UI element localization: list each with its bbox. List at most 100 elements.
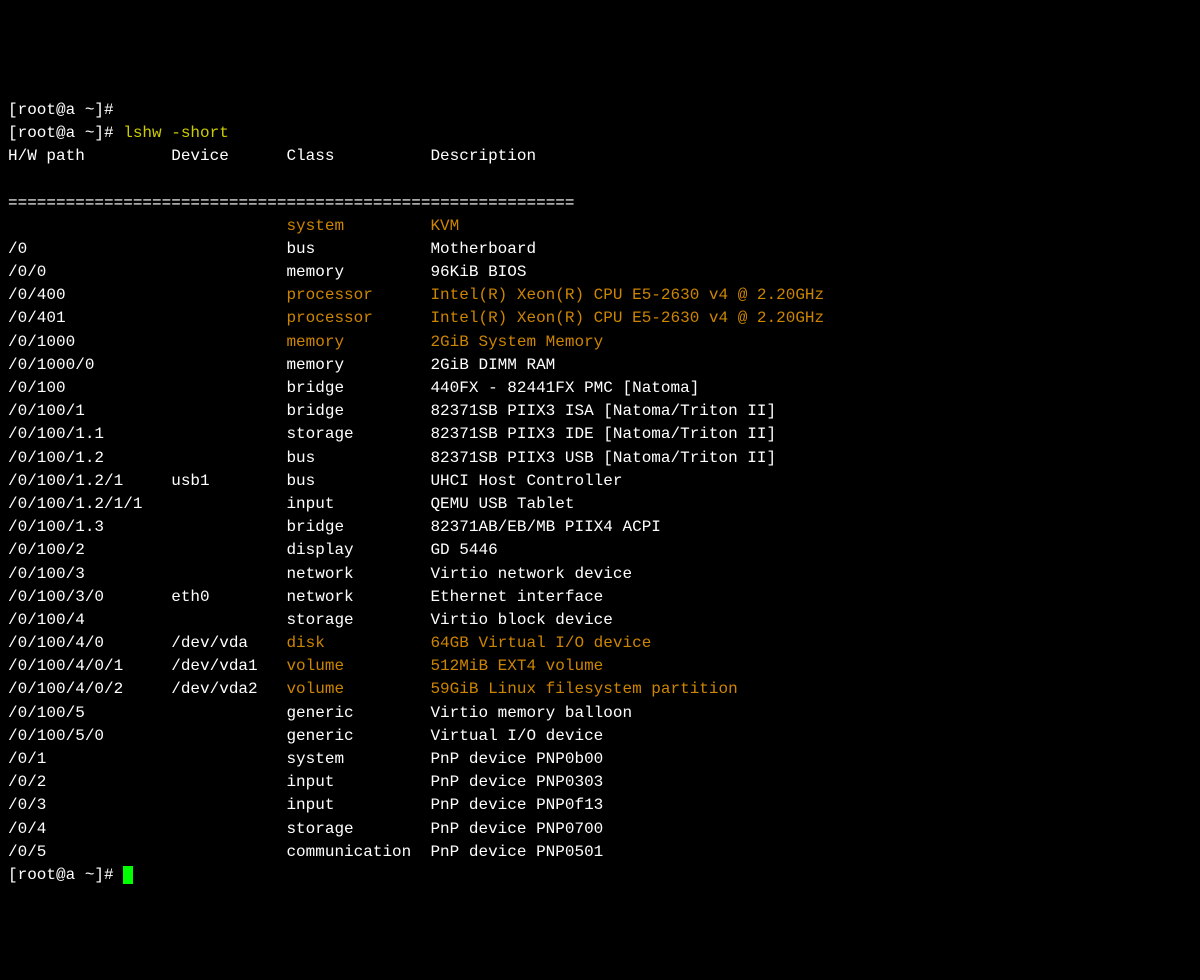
table-row: /0/1systemPnP device PNP0b00 bbox=[8, 748, 1192, 771]
cell-path: /0/100/1.3 bbox=[8, 516, 171, 539]
cell-description: KVM bbox=[430, 215, 459, 238]
cell-path: /0/100/2 bbox=[8, 539, 171, 562]
cell-class: volume bbox=[286, 678, 430, 701]
cell-path: /0/100/1.2/1 bbox=[8, 470, 171, 493]
table-row: /0/100/4/0/2/dev/vda2volume59GiB Linux f… bbox=[8, 678, 1192, 701]
cell-path: /0/100 bbox=[8, 377, 171, 400]
cell-description: 2GiB DIMM RAM bbox=[430, 354, 555, 377]
table-row: /0/1000memory2GiB System Memory bbox=[8, 331, 1192, 354]
cell-path: /0/400 bbox=[8, 284, 171, 307]
cell-description: PnP device PNP0303 bbox=[430, 771, 603, 794]
cell-class: communication bbox=[286, 841, 430, 864]
cell-description: Virtual I/O device bbox=[430, 725, 603, 748]
cell-class: system bbox=[286, 748, 430, 771]
cell-device: eth0 bbox=[171, 586, 286, 609]
prompt-prefix: [root@a ~]# bbox=[8, 124, 123, 142]
table-row: /0/400 processorIntel(R) Xeon(R) CPU E5-2… bbox=[8, 284, 1192, 307]
table-row: /0/100/4/0/1/dev/vda1volume512MiB EXT4 v… bbox=[8, 655, 1192, 678]
cell-description: 82371SB PIIX3 IDE [Natoma/Triton II] bbox=[430, 423, 776, 446]
cell-description: 59GiB Linux filesystem partition bbox=[430, 678, 737, 701]
cell-path: /0/2 bbox=[8, 771, 171, 794]
header-path: H/W path bbox=[8, 145, 171, 168]
table-row: /0/100 bridge440FX - 82441FX PMC [Natoma] bbox=[8, 377, 1192, 400]
cell-path: /0/3 bbox=[8, 794, 171, 817]
prompt-line-2[interactable]: [root@a ~]# lshw -short bbox=[8, 124, 229, 142]
table-row: /0/100/1.2/1usb1busUHCI Host Controller bbox=[8, 470, 1192, 493]
separator-line: ========================================… bbox=[8, 194, 575, 212]
cell-class: processor bbox=[286, 307, 430, 330]
cell-device: usb1 bbox=[171, 470, 286, 493]
cell-description: 64GB Virtual I/O device bbox=[430, 632, 651, 655]
cell-device: /dev/vda bbox=[171, 632, 286, 655]
cell-class: disk bbox=[286, 632, 430, 655]
table-row: /0/100/3networkVirtio network device bbox=[8, 563, 1192, 586]
header-device: Device bbox=[171, 145, 286, 168]
table-row: /0/2 inputPnP device PNP0303 bbox=[8, 771, 1192, 794]
cell-path: /0/100/1.1 bbox=[8, 423, 171, 446]
cell-description: 440FX - 82441FX PMC [Natoma] bbox=[430, 377, 699, 400]
cell-path: /0/5 bbox=[8, 841, 171, 864]
cell-class: bridge bbox=[286, 516, 430, 539]
cell-description: Virtio block device bbox=[430, 609, 612, 632]
table-row: /0/100/1.2 bus82371SB PIIX3 USB [Natoma/T… bbox=[8, 447, 1192, 470]
table-row: /0/100/3/0eth0networkEthernet interface bbox=[8, 586, 1192, 609]
cell-description: UHCI Host Controller bbox=[430, 470, 622, 493]
table-row: /0/401processorIntel(R) Xeon(R) CPU E5-2… bbox=[8, 307, 1192, 330]
table-row: systemKVM bbox=[8, 215, 1192, 238]
table-row: /0/100/1 bridge82371SB PIIX3 ISA [Natoma/… bbox=[8, 400, 1192, 423]
cell-class: storage bbox=[286, 818, 430, 841]
cell-path: /0/100/4/0 bbox=[8, 632, 171, 655]
cell-path: /0/100/1.2 bbox=[8, 447, 171, 470]
cell-path: /0/0 bbox=[8, 261, 171, 284]
cell-path: /0/100/5 bbox=[8, 702, 171, 725]
header-description: Description bbox=[430, 145, 536, 168]
prompt-line-1: [root@a ~]# bbox=[8, 101, 114, 119]
cell-description: 82371SB PIIX3 ISA [Natoma/Triton II] bbox=[430, 400, 776, 423]
cell-description: Virtio network device bbox=[430, 563, 632, 586]
cell-class: bridge bbox=[286, 400, 430, 423]
cell-path: /0/4 bbox=[8, 818, 171, 841]
prompt-line-final[interactable]: [root@a ~]# bbox=[8, 866, 133, 884]
cell-class: processor bbox=[286, 284, 430, 307]
cell-description: GD 5446 bbox=[430, 539, 497, 562]
cell-path: /0/100/1.2/1/1 bbox=[8, 493, 171, 516]
cell-path: /0/100/3/0 bbox=[8, 586, 171, 609]
cell-description: Intel(R) Xeon(R) CPU E5-2630 v4 @ 2.20GH… bbox=[430, 284, 824, 307]
cell-path: /0/100/5/0 bbox=[8, 725, 171, 748]
cell-class: memory bbox=[286, 354, 430, 377]
table-row: /0/5 communicationPnP device PNP0501 bbox=[8, 841, 1192, 864]
command-text: lshw -short bbox=[123, 124, 229, 142]
cell-description: 512MiB EXT4 volume bbox=[430, 655, 603, 678]
cell-class: storage bbox=[286, 423, 430, 446]
cell-path: /0/100/1 bbox=[8, 400, 171, 423]
cell-class: storage bbox=[286, 609, 430, 632]
table-row: /0/0memory96KiB BIOS bbox=[8, 261, 1192, 284]
cell-class: memory bbox=[286, 261, 430, 284]
cell-class: display bbox=[286, 539, 430, 562]
cell-class: input bbox=[286, 794, 430, 817]
cell-class: network bbox=[286, 563, 430, 586]
cell-description: PnP device PNP0f13 bbox=[430, 794, 603, 817]
cell-class: volume bbox=[286, 655, 430, 678]
prompt-prefix-final: [root@a ~]# bbox=[8, 866, 123, 884]
cell-description: 82371SB PIIX3 USB [Natoma/Triton II] bbox=[430, 447, 776, 470]
cell-description: PnP device PNP0501 bbox=[430, 841, 603, 864]
table-row: /0/100/5genericVirtio memory balloon bbox=[8, 702, 1192, 725]
cell-description: PnP device PNP0700 bbox=[430, 818, 603, 841]
cell-class: generic bbox=[286, 702, 430, 725]
table-row: /0/100/5/0genericVirtual I/O device bbox=[8, 725, 1192, 748]
table-row: /0/3 inputPnP device PNP0f13 bbox=[8, 794, 1192, 817]
cell-class: input bbox=[286, 771, 430, 794]
table-row: /0busMotherboard bbox=[8, 238, 1192, 261]
cell-device: /dev/vda2 bbox=[171, 678, 286, 701]
cell-description: Motherboard bbox=[430, 238, 536, 261]
cell-description: Ethernet interface bbox=[430, 586, 603, 609]
header-class: Class bbox=[286, 145, 430, 168]
cell-class: bus bbox=[286, 447, 430, 470]
cell-path: /0/401 bbox=[8, 307, 171, 330]
cell-path: /0/1000/0 bbox=[8, 354, 171, 377]
table-row: /0/100/1.1 storage82371SB PIIX3 IDE [Nato… bbox=[8, 423, 1192, 446]
cell-class: memory bbox=[286, 331, 430, 354]
cell-class: bridge bbox=[286, 377, 430, 400]
cell-description: 82371AB/EB/MB PIIX4 ACPI bbox=[430, 516, 660, 539]
